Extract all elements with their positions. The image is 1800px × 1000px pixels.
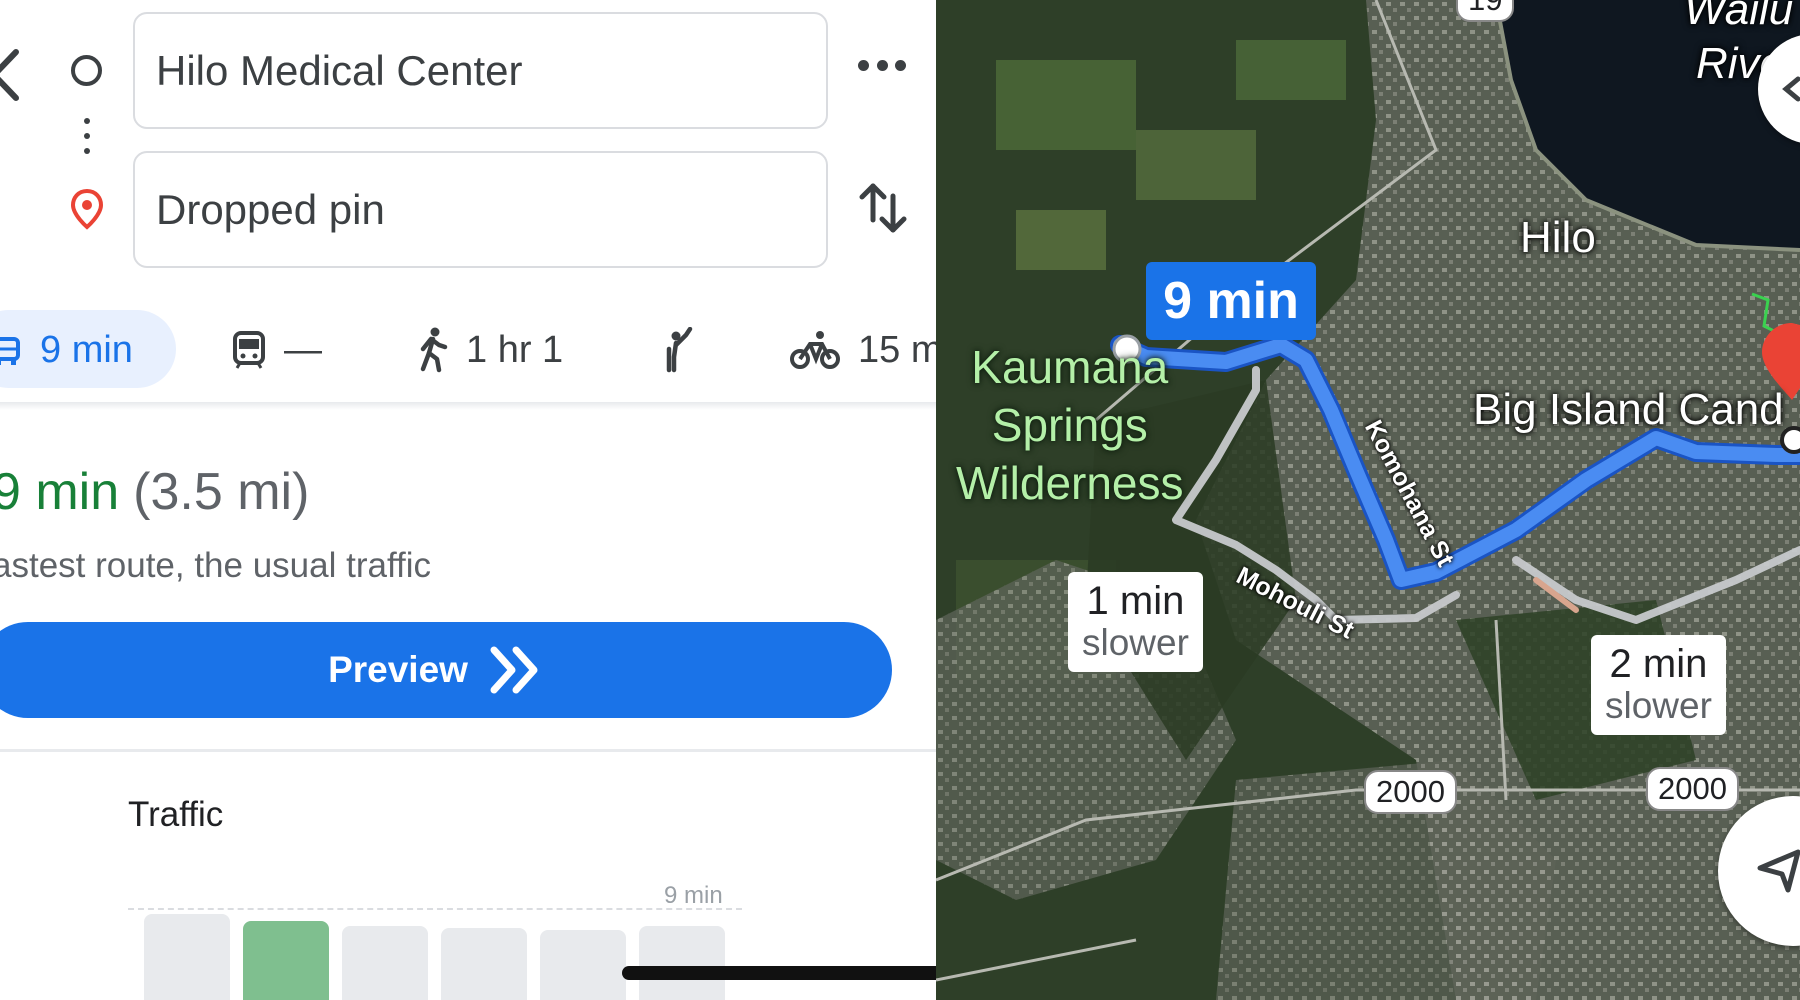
- tab-divider: [0, 402, 936, 410]
- alt-route-note: slower: [1082, 622, 1189, 663]
- car-icon: [0, 337, 20, 365]
- preview-label: Preview: [328, 649, 468, 690]
- origin-input-value: Hilo Medical Center: [156, 46, 523, 94]
- section-divider: [0, 749, 936, 752]
- walk-time: 1 hr 1: [466, 328, 564, 371]
- walk-icon: [420, 327, 448, 373]
- traffic-bar: [342, 926, 428, 1000]
- travel-mode-tabs: 9 min — 1 hr 1 15 m: [0, 305, 936, 395]
- compass-icon: [1782, 76, 1800, 102]
- double-chevron-right-icon: [490, 646, 538, 694]
- park-label-line1: Kaumana: [971, 341, 1169, 393]
- more-icon[interactable]: [858, 60, 906, 74]
- alt-route-bubble-2[interactable]: 2 min slower: [1591, 635, 1726, 735]
- destination-input[interactable]: Dropped pin: [133, 151, 828, 268]
- alt-route-time: 1 min: [1086, 579, 1185, 623]
- route-dots-icon: [83, 118, 91, 162]
- destination-input-value: Dropped pin: [156, 185, 385, 233]
- compass-button[interactable]: [1758, 34, 1800, 144]
- transit-time: —: [284, 328, 322, 371]
- route-description: astest route, the usual traffic: [0, 546, 432, 585]
- park-label: Kaumana Springs Wilderness: [956, 338, 1184, 512]
- back-chevron-icon[interactable]: [0, 46, 26, 104]
- my-location-button[interactable]: [1718, 796, 1800, 946]
- drive-time: 9 min: [40, 328, 133, 371]
- city-label: Hilo: [1520, 213, 1596, 262]
- traffic-bar: [639, 926, 725, 1000]
- home-indicator: [622, 966, 936, 980]
- route-time-bubble[interactable]: 9 min: [1146, 262, 1316, 340]
- traffic-title: Traffic: [128, 795, 224, 834]
- traffic-bar: [243, 921, 329, 1000]
- bike-icon: [790, 331, 840, 369]
- tab-bike[interactable]: 15 m: [790, 327, 936, 373]
- tab-walk[interactable]: 1 hr 1: [418, 327, 563, 373]
- navigate-icon: [1757, 849, 1800, 893]
- traffic-bar: [540, 930, 626, 1000]
- transit-icon: [233, 331, 265, 369]
- origin-circle-icon: [71, 55, 102, 86]
- origin-input[interactable]: Hilo Medical Center: [133, 12, 828, 129]
- directions-panel: Hilo Medical Center Dropped pin 9 min — …: [0, 0, 936, 1000]
- alt-route-note: slower: [1605, 685, 1712, 726]
- traffic-bar: [144, 914, 230, 1000]
- traffic-bar: [441, 928, 527, 1000]
- route-distance: (3.5 mi): [133, 463, 310, 521]
- hail-icon: [666, 327, 693, 373]
- bike-time: 15 m: [858, 328, 936, 371]
- destination-pin-icon: [70, 188, 104, 230]
- park-label-line3: Wilderness: [956, 457, 1184, 509]
- traffic-reference-line: [128, 908, 742, 910]
- road-shield: 2000: [1364, 770, 1457, 814]
- park-label-line2: Springs: [991, 399, 1148, 451]
- alt-route-bubble-1[interactable]: 1 min slower: [1068, 572, 1203, 672]
- alt-route-time: 2 min: [1609, 642, 1708, 686]
- place-label: Big Island Cand: [1473, 385, 1784, 434]
- tab-transit[interactable]: —: [232, 327, 322, 373]
- river-label-line1: Wailu: [1684, 0, 1794, 34]
- swap-icon[interactable]: [858, 180, 908, 236]
- tab-drive[interactable]: 9 min: [0, 327, 133, 373]
- preview-button[interactable]: Preview: [0, 622, 892, 718]
- route-summary: 9 min (3.5 mi): [0, 462, 309, 522]
- map-view[interactable]: 9 min Kaumana Springs Wilderness Hilo Bi…: [936, 0, 1800, 1000]
- tab-ride-hail[interactable]: [662, 327, 712, 373]
- road-shield: 19: [1456, 0, 1515, 22]
- route-time: 9 min: [0, 463, 120, 521]
- traffic-axis-label: 9 min: [664, 882, 723, 909]
